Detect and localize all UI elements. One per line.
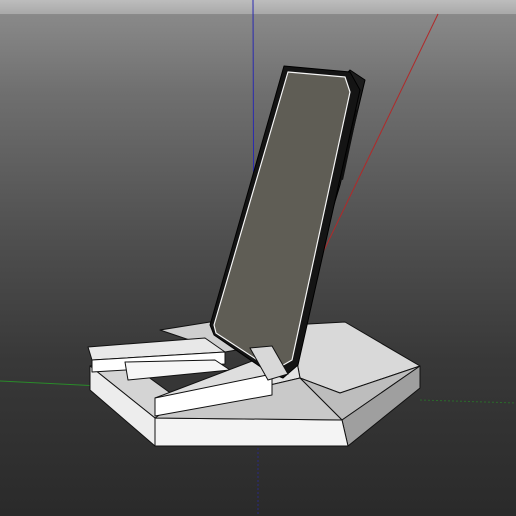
model-scene[interactable] <box>0 0 516 516</box>
y-axis-line <box>0 380 101 387</box>
y-axis-line-far <box>419 399 516 404</box>
base-front-side <box>154 417 349 447</box>
3d-viewport[interactable] <box>0 0 516 516</box>
